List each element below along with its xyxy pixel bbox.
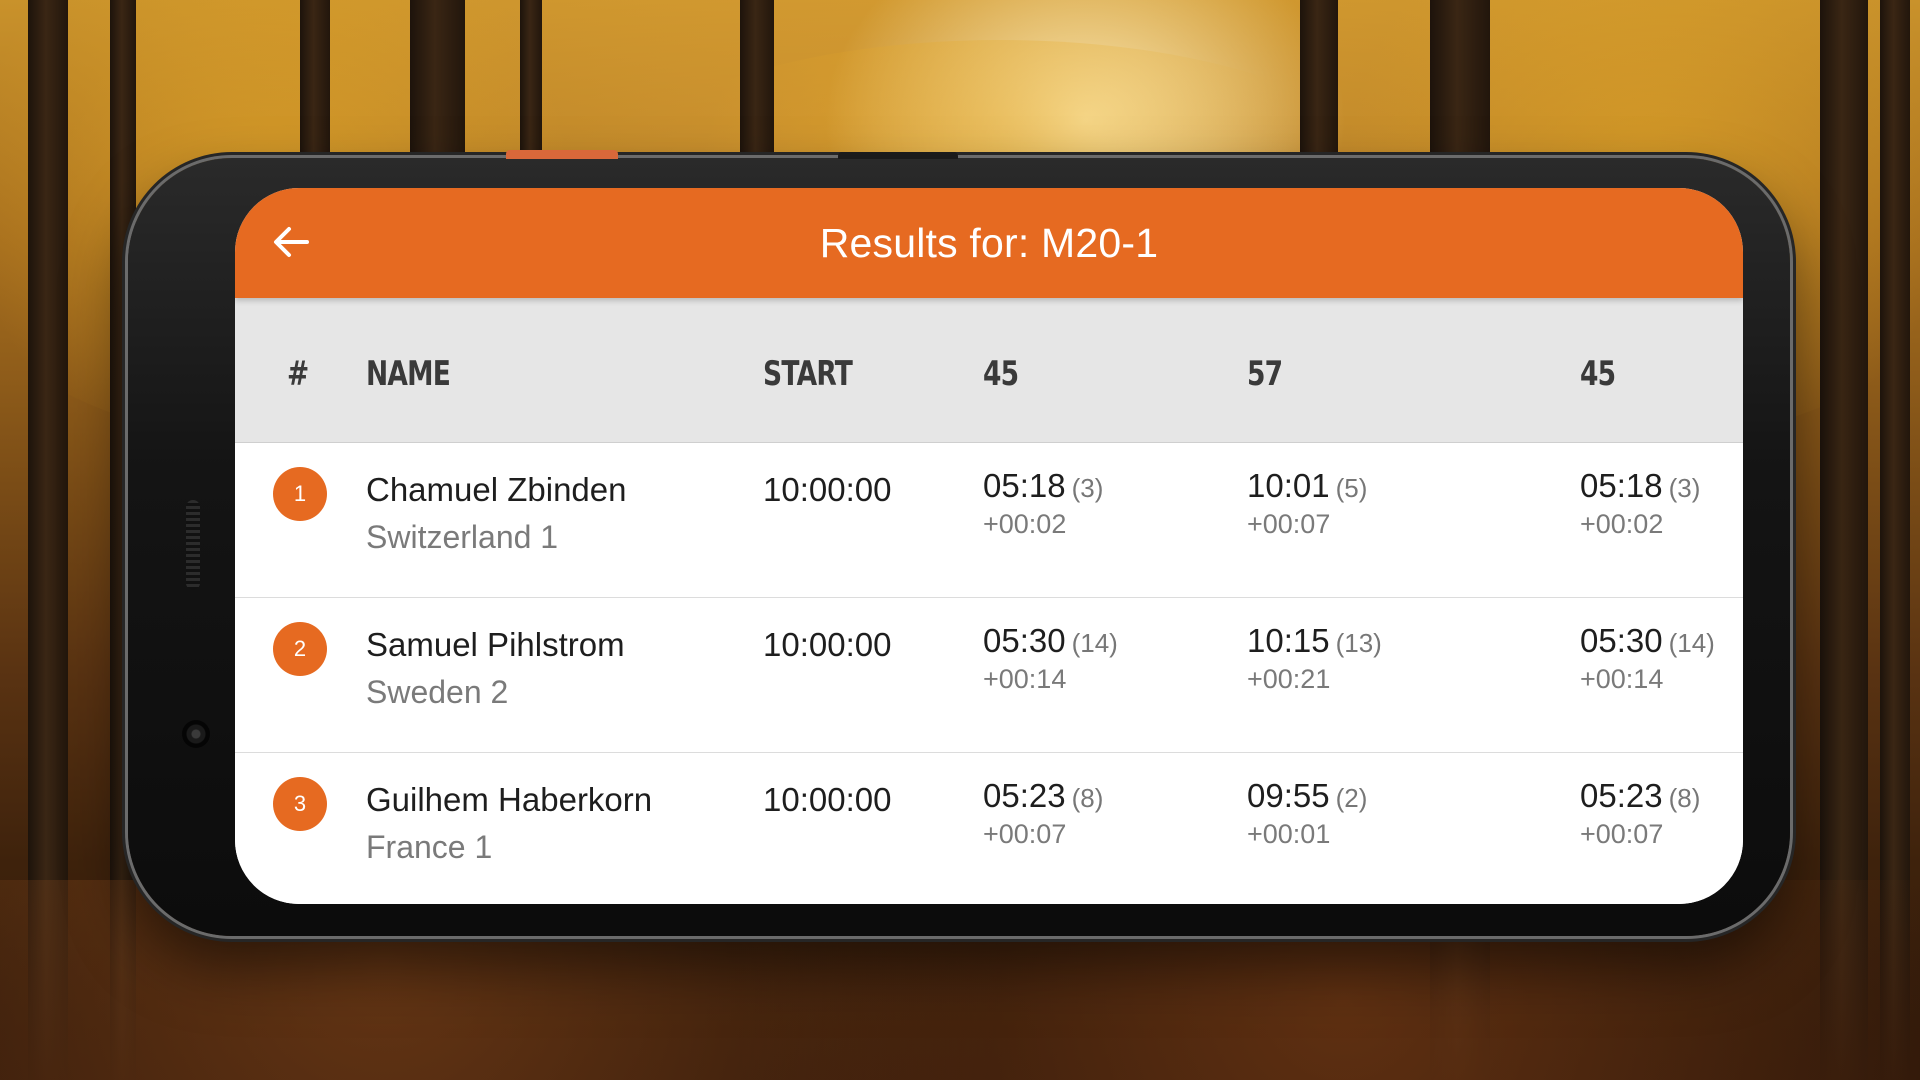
runner-team: Sweden 2: [366, 674, 509, 710]
split-cell: 05:18 (3) +00:02: [1580, 467, 1700, 540]
split-cell: 05:18 (3) +00:02: [983, 467, 1103, 540]
split-diff: +00:02: [1580, 509, 1664, 539]
page-title: Results for: M20-1: [819, 219, 1159, 266]
column-header-split-3: 45: [1580, 354, 1616, 394]
table-row[interactable]: 3 Guilhem Haberkorn France 1 10:00:00 05…: [235, 753, 1743, 904]
phone-side-button: [506, 150, 618, 159]
rank-badge: 3: [273, 777, 327, 831]
split-position: (3): [1668, 473, 1701, 503]
split-time: 10:01: [1247, 467, 1330, 504]
column-header-split-1: 45: [983, 354, 1019, 394]
split-cell: 05:23 (8) +00:07: [1580, 777, 1700, 850]
split-time: 05:18: [983, 467, 1066, 504]
phone-speaker: [186, 500, 200, 590]
split-position: (8): [1071, 783, 1104, 813]
rank-badge: 1: [273, 467, 327, 521]
column-header-rank: #: [287, 354, 309, 394]
table-row[interactable]: 1 Chamuel Zbinden Switzerland 1 10:00:00…: [235, 443, 1743, 598]
rank-badge: 2: [273, 622, 327, 676]
column-header-name: NAME: [366, 354, 451, 394]
phone-side-button-dark: [838, 152, 958, 159]
runner-team: France 1: [366, 829, 493, 865]
split-cell: 05:30 (14) +00:14: [1580, 622, 1715, 695]
split-diff: +00:21: [1247, 664, 1331, 694]
split-diff: +00:07: [1580, 819, 1664, 849]
runner-name: Samuel Pihlstrom: [366, 626, 625, 663]
split-time: 05:23: [983, 777, 1066, 814]
split-time: 05:30: [1580, 622, 1663, 659]
runner-name: Guilhem Haberkorn: [366, 781, 653, 818]
split-position: (2): [1335, 783, 1368, 813]
split-position: (14): [1668, 628, 1715, 658]
split-diff: +00:02: [983, 509, 1067, 539]
column-header-start: START: [763, 354, 853, 394]
split-diff: +00:14: [983, 664, 1067, 694]
app-bar: Results for: M20-1: [235, 188, 1743, 298]
split-diff: +00:14: [1580, 664, 1664, 694]
split-time: 05:18: [1580, 467, 1663, 504]
split-position: (13): [1335, 628, 1382, 658]
app-screen: Results for: M20-1 # NAME START 45 57 45…: [235, 188, 1743, 904]
split-diff: +00:01: [1247, 819, 1331, 849]
start-time: 10:00:00: [763, 471, 892, 508]
split-diff: +00:07: [983, 819, 1067, 849]
split-position: (5): [1335, 473, 1368, 503]
split-cell: 05:30 (14) +00:14: [983, 622, 1118, 695]
start-time: 10:00:00: [763, 781, 892, 818]
runner-team: Switzerland 1: [366, 519, 559, 555]
table-header: # NAME START 45 57 45: [235, 298, 1743, 443]
start-time: 10:00:00: [763, 626, 892, 663]
split-position: (14): [1071, 628, 1118, 658]
table-row[interactable]: 2 Samuel Pihlstrom Sweden 2 10:00:00 05:…: [235, 598, 1743, 753]
arrow-left-icon: [274, 227, 309, 257]
split-cell: 09:55 (2) +00:01: [1247, 777, 1367, 850]
column-header-split-2: 57: [1247, 354, 1283, 394]
split-cell: 05:23 (8) +00:07: [983, 777, 1103, 850]
split-time: 05:23: [1580, 777, 1663, 814]
split-time: 09:55: [1247, 777, 1330, 814]
split-time: 10:15: [1247, 622, 1330, 659]
split-cell: 10:15 (13) +00:21: [1247, 622, 1382, 695]
back-button[interactable]: [265, 216, 317, 268]
runner-name: Chamuel Zbinden: [366, 471, 627, 508]
phone-camera: [182, 720, 210, 748]
split-time: 05:30: [983, 622, 1066, 659]
split-position: (3): [1071, 473, 1104, 503]
split-diff: +00:07: [1247, 509, 1331, 539]
split-cell: 10:01 (5) +00:07: [1247, 467, 1367, 540]
split-position: (8): [1668, 783, 1701, 813]
